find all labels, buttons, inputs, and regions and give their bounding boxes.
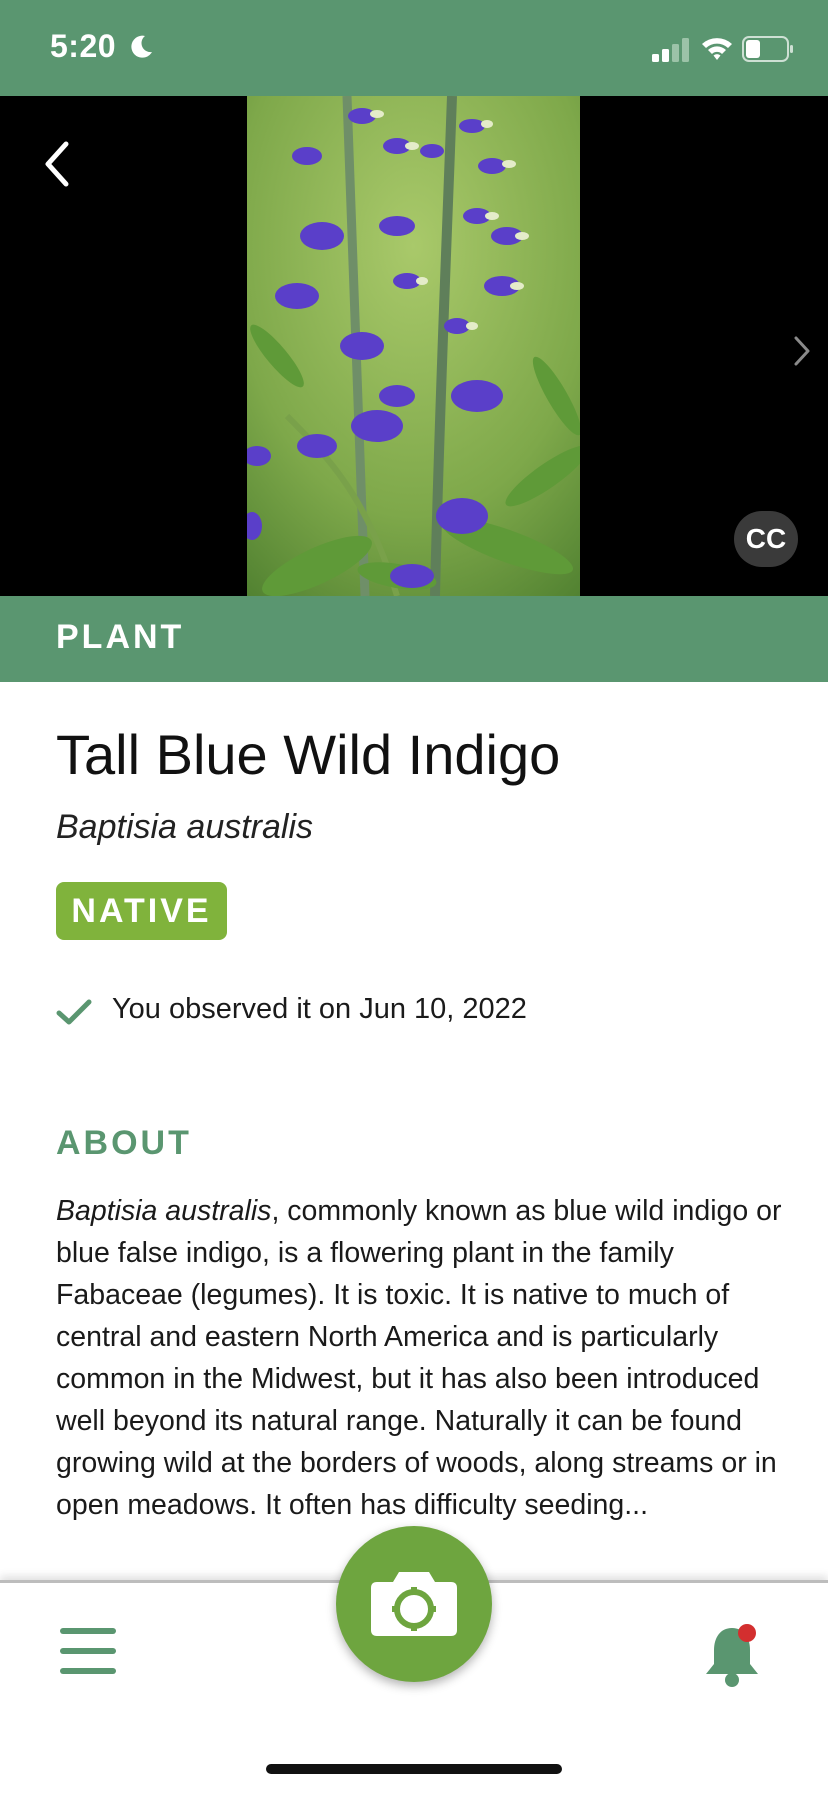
next-photo-button[interactable]	[790, 334, 814, 368]
category-label: PLANT	[56, 618, 185, 656]
native-badge: NATIVE	[56, 882, 227, 940]
species-common-name: Tall Blue Wild Indigo	[56, 723, 561, 786]
status-bar: 5:20	[0, 0, 828, 96]
species-scientific-name: Baptisia australis	[56, 808, 314, 846]
notification-dot	[738, 1624, 756, 1642]
species-photo[interactable]	[247, 96, 580, 596]
flower-photo	[247, 96, 580, 596]
bell-icon[interactable]	[700, 1622, 764, 1688]
checkmark-icon	[56, 999, 92, 1025]
moon-icon	[131, 35, 152, 58]
cc-license-button[interactable]: CC	[734, 511, 798, 567]
about-lead-italic: Baptisia australis	[56, 1195, 272, 1227]
camera-button[interactable]	[336, 1526, 492, 1682]
back-button[interactable]	[36, 136, 80, 192]
about-body: , commonly known as blue wild indigo or …	[56, 1195, 782, 1521]
signal-icon	[652, 38, 689, 62]
species-photo-carousel[interactable]: CC	[0, 96, 828, 596]
wifi-icon	[702, 38, 732, 60]
about-description: Baptisia australis, commonly known as bl…	[56, 1190, 786, 1526]
category-band: PLANT	[0, 596, 828, 682]
status-time: 5:20	[50, 28, 117, 64]
camera-icon	[371, 1572, 457, 1636]
observed-date-text: You observed it on Jun 10, 2022	[112, 993, 527, 1025]
battery-icon	[742, 36, 793, 62]
hamburger-menu-icon[interactable]	[60, 1626, 116, 1676]
about-heading: ABOUT	[56, 1124, 192, 1162]
home-indicator	[266, 1764, 562, 1774]
